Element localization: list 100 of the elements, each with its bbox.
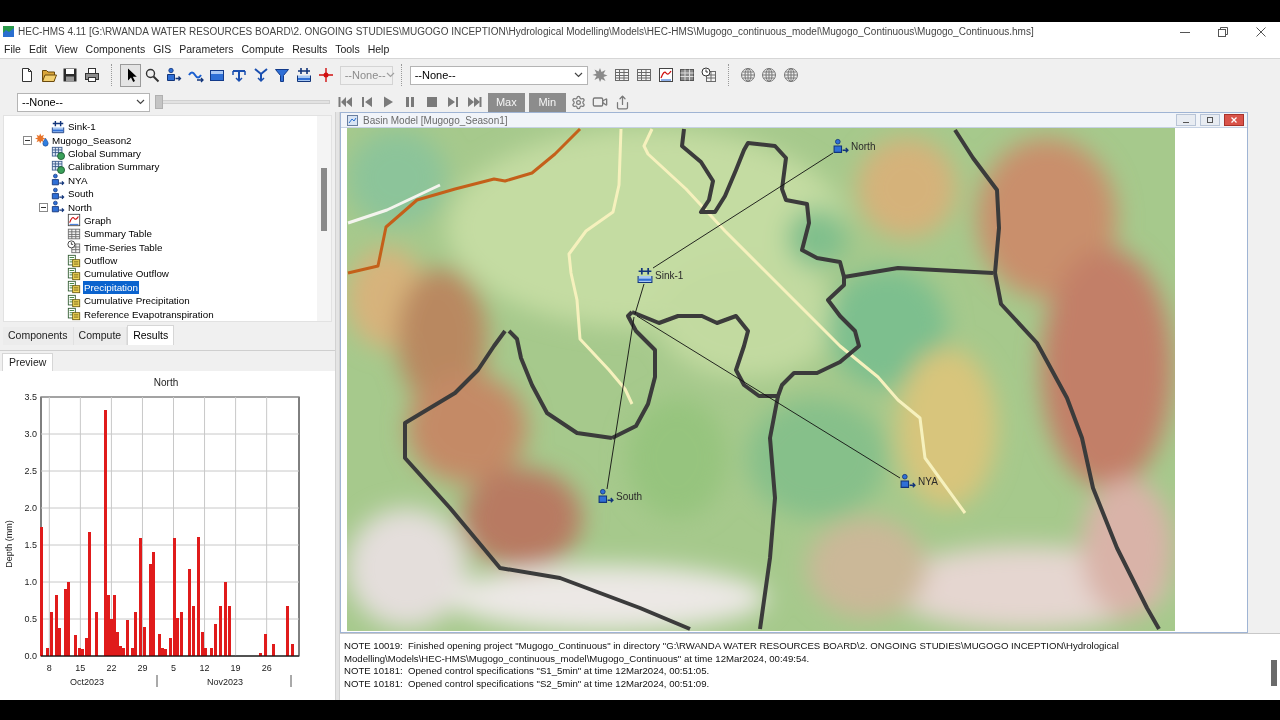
bar	[264, 634, 267, 656]
menu-item[interactable]: Tools	[331, 41, 364, 58]
bar	[95, 612, 98, 656]
tab[interactable]: Results	[127, 325, 175, 345]
node-label: North	[851, 141, 876, 152]
log-line: NOTE 10181: Opened control specifications "S1_5min" at time 12Mar2024, 00:51:05.	[344, 665, 711, 679]
sheets-icon	[67, 253, 81, 268]
bar	[219, 606, 222, 656]
tool-button[interactable]	[119, 63, 142, 87]
tick-label: 8	[46, 663, 52, 673]
export-icon	[614, 94, 630, 110]
tree-item[interactable]: Time-Series Table	[83, 240, 164, 254]
tick-label: 2.0	[24, 503, 37, 513]
tree-item[interactable]: South	[67, 187, 95, 201]
menu-item[interactable]: Results	[288, 41, 332, 58]
tick-label: 26	[261, 663, 272, 673]
tab[interactable]: Components	[3, 327, 74, 345]
merge-arrows-icon	[252, 67, 269, 83]
bar	[291, 644, 294, 656]
figure-arrow-icon[interactable]	[901, 474, 915, 488]
tree-item[interactable]: Graph	[83, 213, 113, 227]
search-icon	[144, 67, 161, 83]
scrollbar-thumb[interactable]	[321, 168, 327, 231]
wireframe-globe-icon	[761, 67, 778, 83]
tree-item[interactable]: Summary Table	[83, 227, 153, 241]
table-circle-icon	[51, 146, 65, 161]
video-camera-icon	[592, 94, 609, 110]
tick-label: 3.5	[24, 392, 37, 402]
slider-thumb[interactable]	[155, 95, 163, 109]
bar	[259, 653, 262, 656]
tree-item[interactable]: North	[67, 200, 93, 214]
dropdown[interactable]: --None--	[409, 65, 588, 85]
bar	[272, 644, 275, 656]
tab[interactable]: Compute	[73, 327, 128, 345]
collapse-icon[interactable]	[38, 202, 48, 212]
figure-arrow-icon	[51, 200, 65, 215]
wireframe-globe-icon	[739, 67, 756, 83]
figure-arrow-icon[interactable]	[834, 139, 848, 153]
period-label: Oct2023	[70, 677, 104, 687]
time-slider[interactable]	[155, 95, 330, 109]
tick-label: 29	[137, 663, 148, 673]
menu-item[interactable]: Edit	[24, 41, 51, 58]
caret-icon	[385, 72, 395, 78]
collapse-icon[interactable]	[22, 135, 32, 145]
node-label: NYA	[918, 476, 938, 487]
tree-item[interactable]: Sink-1	[67, 120, 97, 134]
minimize-button[interactable]	[1176, 114, 1196, 126]
table-circle-icon	[51, 159, 65, 174]
skip-back-icon	[336, 94, 353, 110]
tree-item[interactable]: Calibration Summary	[67, 160, 161, 174]
grid-icon	[679, 67, 696, 83]
tray-plus-icon[interactable]	[638, 268, 652, 283]
line-chart-icon	[347, 114, 358, 126]
close-button[interactable]	[1224, 114, 1244, 126]
dropdown[interactable]: --None--	[17, 92, 150, 112]
tree-item[interactable]: NYA	[67, 173, 89, 187]
log-line: NOTE 10019: Finished opening project "Mugogo_Continuous" in directory "G:\RWANDA WATER RESOURCES BOARD\2. ONGOING STUDIES\MUGOGO INCEPTION\Hydrological	[344, 640, 1120, 653]
tree-item[interactable]: Cumulative Outflow	[83, 267, 170, 281]
sheets-icon	[67, 280, 81, 295]
tree-item[interactable]: Cumulative Precipitation	[83, 294, 191, 308]
caret-icon	[573, 72, 583, 78]
preview-tab[interactable]: Preview	[2, 353, 54, 371]
menu-item[interactable]: Parameters	[175, 41, 238, 58]
tick-label: 1.0	[24, 577, 37, 587]
restore-icon	[1218, 26, 1228, 37]
figure-arrow-icon[interactable]	[599, 489, 613, 503]
tick-label: 15	[75, 663, 86, 673]
node-label: Sink-1	[655, 270, 684, 281]
chart-title: North	[153, 377, 179, 388]
log-line: Modelling\Models\HEC-HMS\Mugogo_continuous_model\Mugogo_Continuous" at time 12Mar2024, 00:49:54.	[344, 652, 811, 666]
sheets-icon	[67, 293, 81, 308]
tick-label: 12	[199, 663, 210, 673]
burst-drop-icon	[35, 133, 49, 148]
clock-table-icon	[700, 67, 717, 83]
maximize-icon	[1206, 116, 1214, 124]
funnel-icon	[274, 67, 291, 83]
splat-icon	[592, 67, 609, 83]
maximize-button[interactable]	[1200, 114, 1220, 126]
clock-table-icon	[67, 240, 81, 255]
tick-label: 1.5	[24, 540, 37, 550]
axis-title: Depth (mm)	[4, 520, 14, 568]
tree-item[interactable]: Reference Evapotranspiration	[83, 307, 215, 321]
menu-item[interactable]: Help	[363, 41, 394, 58]
graph-icon	[657, 67, 674, 83]
bar	[286, 606, 289, 656]
tree-item[interactable]: Precipitation	[83, 280, 139, 294]
menu-item[interactable]: GIS	[149, 41, 176, 58]
scrollbar-thumb[interactable]	[1271, 660, 1277, 686]
tree-item[interactable]: Global Summary	[67, 146, 142, 160]
tee-arrows-icon	[231, 67, 248, 83]
tree-item[interactable]: Outflow	[83, 254, 119, 268]
close-icon	[1230, 116, 1238, 124]
menu-item[interactable]: Components	[81, 41, 150, 58]
menu-item[interactable]: Compute	[237, 41, 289, 58]
window-title: HEC-HMS 4.11 [G:\RWANDA WATER RESOURCES BOARD\2. ONGOING STUDIES\MUGOGO INCEPTION\Hydrological Modelling\Models\HEC-HMS\Mugogo_continuous_model\Mugogo_Continuous\Mugogo_Continuous.hms]	[18, 25, 1034, 39]
menu-item[interactable]: File	[0, 41, 25, 58]
tree-item[interactable]: Mugogo_Season2	[51, 133, 133, 147]
menu-item[interactable]: View	[51, 41, 82, 58]
close-icon	[1256, 26, 1266, 37]
tick-label: 19	[230, 663, 241, 673]
